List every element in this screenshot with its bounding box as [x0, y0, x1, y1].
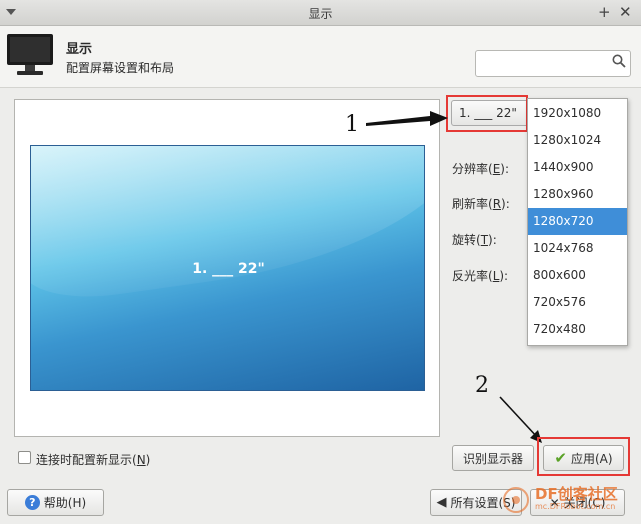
close-icon[interactable]: ✕: [619, 3, 632, 21]
highlight-box-apply: [537, 437, 630, 476]
resolution-option[interactable]: 800x600: [528, 262, 627, 289]
resolution-option[interactable]: 720x576: [528, 289, 627, 316]
display-icon: [7, 34, 53, 75]
identify-displays-button[interactable]: 识别显示器: [452, 445, 534, 471]
identify-displays-label: 识别显示器: [462, 451, 523, 466]
window-title: 显示: [308, 7, 333, 21]
refresh-rate-label: 刷新率(R):: [452, 197, 510, 211]
reflect-label: 反光率(L):: [452, 269, 509, 283]
header: 显示 配置屏幕设置和布局: [0, 26, 641, 88]
annotation-number-2: 2: [475, 373, 489, 398]
rotation-label: 旋转(T):: [452, 233, 497, 247]
resolution-option[interactable]: 1920x1080: [528, 100, 627, 127]
monitor-thumbnail[interactable]: 1. ___ 22": [30, 145, 425, 391]
watermark-subtext: mc.DFRobot.com.cn: [535, 502, 616, 511]
resolution-option-selected[interactable]: 1280x720: [528, 208, 627, 235]
search-icon: [612, 54, 626, 68]
resolution-dropdown[interactable]: 1920x1080 1280x1024 1440x900 1280x960 12…: [527, 98, 628, 346]
resolution-option[interactable]: 1440x900: [528, 154, 627, 181]
maximize-icon[interactable]: +: [598, 3, 611, 21]
watermark-text: DF创客社区: [535, 485, 618, 503]
reconfigure-checkbox-label[interactable]: 连接时配置新显示(N): [36, 451, 150, 468]
help-icon: ?: [24, 495, 40, 510]
annotation-arrow-2: [499, 396, 539, 439]
resolution-option[interactable]: 1280x960: [528, 181, 627, 208]
resolution-option[interactable]: 720x480: [528, 316, 627, 343]
header-subtitle: 配置屏幕设置和布局: [66, 61, 175, 75]
search-input[interactable]: [475, 50, 631, 77]
highlight-box-monitor: [446, 95, 528, 132]
header-title: 显示: [66, 42, 93, 57]
monitor-thumbnail-label: 1. ___ 22": [192, 261, 265, 277]
screen-gloss: [31, 146, 424, 308]
title-bar: 显示 + ✕: [0, 0, 641, 26]
help-button[interactable]: ? 帮助(H): [7, 489, 104, 516]
back-arrow-icon: ◀: [436, 495, 447, 510]
annotation-number-1: 1: [345, 112, 359, 137]
resolution-option[interactable]: 1024x768: [528, 235, 627, 262]
resolution-label: 分辨率(E):: [452, 162, 510, 176]
help-label: 帮助(H): [43, 496, 87, 510]
reconfigure-checkbox[interactable]: [18, 451, 31, 464]
resolution-option[interactable]: 1280x1024: [528, 127, 627, 154]
